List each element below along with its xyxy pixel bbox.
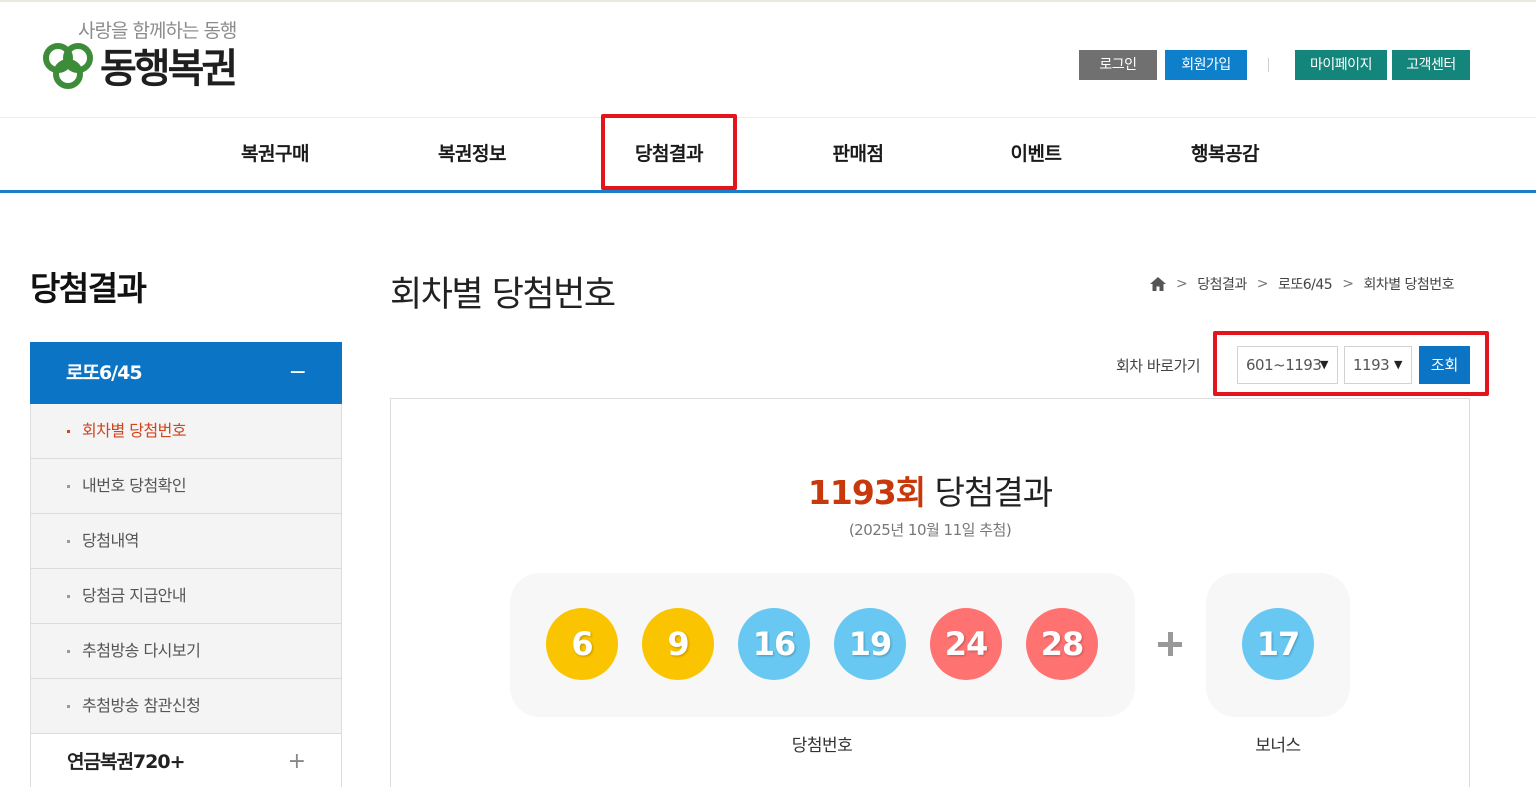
sidebar-item-label: 내번호 당첨확인: [82, 476, 187, 495]
bonus-caption: 보너스: [1255, 736, 1301, 756]
sidebar-title: 당첨결과: [30, 269, 147, 308]
lotto-ball: 24: [930, 608, 1002, 680]
lotto-ball: 19: [834, 608, 906, 680]
bullet-icon: [67, 540, 70, 543]
round-range-select[interactable]: 601~1193 ▼: [1237, 346, 1338, 384]
login-button[interactable]: 로그인: [1079, 50, 1157, 80]
chevron-right-icon: >: [1342, 276, 1354, 292]
customer-center-button[interactable]: 고객센터: [1392, 50, 1470, 80]
round-range-value: 601~1193: [1246, 356, 1322, 374]
breadcrumb-item-lotto645[interactable]: 로또6/45: [1278, 274, 1333, 294]
sidebar-item-label: 회차별 당첨번호: [82, 421, 187, 440]
bullet-icon: [67, 430, 70, 433]
sidebar-section-label: 로또6/45: [66, 362, 143, 384]
lotto-ball: 16: [738, 608, 810, 680]
collapse-icon[interactable]: −: [289, 342, 307, 404]
result-title-suffix: 당첨결과: [934, 473, 1053, 512]
gnb-item-info[interactable]: 복권정보: [415, 118, 529, 190]
sidebar-section-label: 연금복권720+: [67, 751, 186, 773]
gnb-item-happiness[interactable]: 행복공감: [1168, 118, 1282, 190]
sidebar-item-win-history[interactable]: 당첨내역: [30, 514, 342, 569]
gnb-bottom-bar: [0, 190, 1536, 193]
search-button[interactable]: 조회: [1419, 346, 1470, 384]
bullet-icon: [67, 650, 70, 653]
home-icon[interactable]: [1150, 277, 1166, 291]
sidebar-item-broadcast-replay[interactable]: 추첨방송 다시보기: [30, 624, 342, 679]
round-number-select[interactable]: 1193 ▼: [1344, 346, 1412, 384]
sidebar-section-pension720[interactable]: 연금복권720+ +: [30, 734, 342, 787]
sidebar-menu: 로또6/45 − 회차별 당첨번호 내번호 당첨확인 당첨내역 당첨금 지급안내…: [30, 342, 342, 787]
lotto-ball: 6: [546, 608, 618, 680]
sidebar-item-my-number-check[interactable]: 내번호 당첨확인: [30, 459, 342, 514]
sidebar-item-label: 당첨내역: [82, 531, 139, 550]
sidebar-item-payment-guide[interactable]: 당첨금 지급안내: [30, 569, 342, 624]
bullet-icon: [67, 485, 70, 488]
draw-date: (2025년 10월 11일 추첨): [848, 521, 1012, 539]
plus-icon: [1150, 624, 1190, 664]
sidebar-item-broadcast-visit[interactable]: 추첨방송 참관신청: [30, 679, 342, 734]
main-navigation: 복권구매 복권정보 당첨결과 판매점 이벤트 행복공감: [0, 118, 1536, 190]
top-line: [0, 0, 1536, 2]
logo[interactable]: 사랑을 함께하는 동행 동행복권: [40, 14, 270, 94]
dropdown-caret-icon: ▼: [1320, 358, 1328, 371]
breadcrumb: > 당첨결과 > 로또6/45 > 회차별 당첨번호: [1150, 272, 1455, 296]
sidebar-item-label: 추첨방송 참관신청: [82, 696, 201, 715]
breadcrumb-item-results[interactable]: 당첨결과: [1197, 274, 1247, 294]
clover-logo-icon: [43, 43, 93, 89]
sidebar-item-label: 추첨방송 다시보기: [82, 641, 201, 660]
bullet-icon: [67, 705, 70, 708]
gnb-item-results[interactable]: 당첨결과: [612, 118, 726, 190]
chevron-right-icon: >: [1176, 276, 1188, 292]
util-divider: [1268, 58, 1269, 72]
gnb-item-stores[interactable]: 판매점: [801, 118, 915, 190]
gnb-item-events[interactable]: 이벤트: [979, 118, 1093, 190]
join-button[interactable]: 회원가입: [1165, 50, 1247, 80]
sidebar-section-lotto645[interactable]: 로또6/45 −: [30, 342, 342, 404]
lotto-ball: 9: [642, 608, 714, 680]
gnb-item-buy[interactable]: 복권구매: [218, 118, 332, 190]
lotto-ball: 28: [1026, 608, 1098, 680]
sidebar-item-label: 당첨금 지급안내: [82, 586, 187, 605]
winning-numbers-caption: 당첨번호: [791, 736, 853, 756]
result-title: 1193회 당첨결과: [390, 466, 1470, 514]
round-goto-label: 회차 바로가기: [1116, 357, 1201, 375]
logo-brand-text: 동행복권: [100, 46, 238, 92]
mypage-button[interactable]: 마이페이지: [1295, 50, 1387, 80]
round-number: 1193회: [807, 473, 926, 512]
breadcrumb-item-current: 회차별 당첨번호: [1363, 277, 1455, 293]
page-title: 회차별 당첨번호: [390, 275, 616, 315]
expand-icon[interactable]: +: [288, 734, 306, 787]
bonus-ball: 17: [1242, 608, 1314, 680]
round-number-value: 1193: [1353, 356, 1390, 374]
chevron-right-icon: >: [1256, 276, 1269, 292]
sidebar-item-round-numbers[interactable]: 회차별 당첨번호: [30, 404, 342, 459]
bullet-icon: [67, 595, 70, 598]
dropdown-caret-icon: ▼: [1394, 358, 1402, 371]
